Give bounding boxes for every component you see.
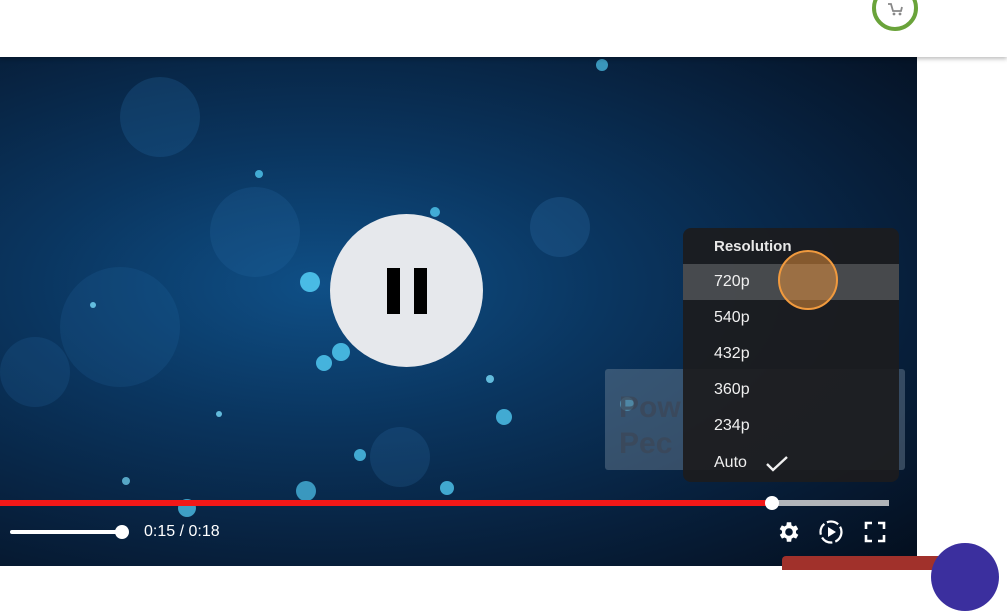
autoplay-icon	[818, 520, 844, 549]
top-bar	[0, 0, 1007, 57]
shopping-cart-icon	[885, 0, 905, 21]
mouse-cursor-indicator	[778, 250, 838, 310]
settings-button[interactable]	[776, 519, 802, 545]
volume-slider[interactable]	[10, 525, 129, 539]
resolution-option-432p[interactable]: 432p	[683, 336, 899, 372]
cart-button[interactable]	[872, 0, 918, 31]
time-display: 0:15 / 0:18	[144, 523, 220, 540]
pause-button[interactable]	[330, 214, 483, 367]
progress-handle[interactable]	[764, 496, 779, 510]
resolution-option-540p[interactable]: 540p	[683, 300, 899, 336]
resolution-option-label: 360p	[714, 381, 750, 398]
resolution-option-360p[interactable]: 360p	[683, 372, 899, 408]
resolution-option-label: 720p	[714, 273, 750, 290]
resolution-option-auto[interactable]: Auto	[683, 445, 899, 481]
resolution-option-234p[interactable]: 234p	[683, 408, 899, 444]
resolution-option-label: 234p	[714, 417, 750, 434]
video-player[interactable]: Pow Pec Resolution 720p 540p 432p 360p 2…	[0, 57, 917, 566]
overlay-line-2: Pec	[619, 427, 673, 460]
fullscreen-icon	[862, 521, 888, 549]
checkmark-icon	[765, 455, 789, 478]
progress-bar[interactable]	[0, 496, 889, 510]
overlay-line-1: Pow	[619, 391, 681, 424]
gear-icon	[776, 522, 802, 549]
resolution-menu-title: Resolution	[714, 238, 792, 255]
autoplay-button[interactable]	[818, 519, 844, 545]
floating-action-button[interactable]	[931, 543, 999, 611]
volume-handle[interactable]	[115, 525, 129, 539]
resolution-option-label: Auto	[714, 454, 747, 471]
side-action-button[interactable]	[782, 556, 942, 570]
resolution-option-label: 540p	[714, 309, 750, 326]
fullscreen-button[interactable]	[862, 519, 888, 545]
pause-icon	[380, 267, 434, 314]
resolution-option-label: 432p	[714, 345, 750, 362]
progress-played	[0, 500, 772, 506]
